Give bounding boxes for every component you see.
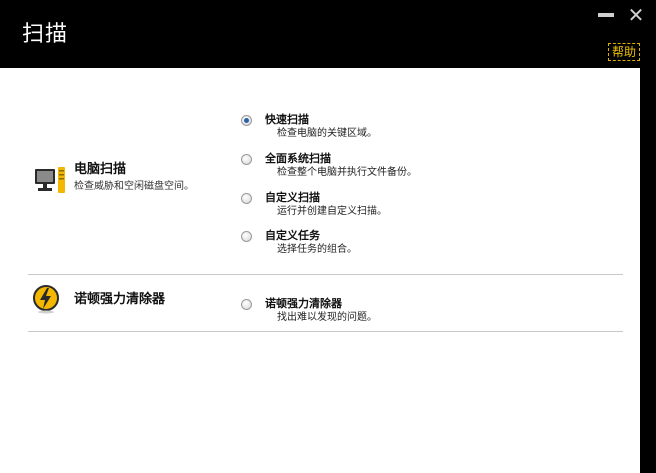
computer-icon	[35, 167, 65, 193]
option-description: 检查电脑的关键区域。	[277, 128, 377, 139]
option-description: 选择任务的组合。	[277, 244, 357, 255]
option-description: 找出难以发现的问题。	[277, 312, 377, 323]
help-link[interactable]: 帮助	[608, 43, 641, 61]
power-eraser-title: 诺顿强力清除器	[74, 292, 166, 307]
radio-quick-scan[interactable]	[241, 115, 252, 126]
radio-full-system-scan[interactable]	[241, 154, 252, 165]
radio-power-eraser[interactable]	[241, 299, 252, 310]
minimize-icon	[598, 13, 614, 17]
scan-window: 扫描 ✕ 帮助 电脑扫描 检查威胁和空闲磁盘空间。 快速扫描 检查电脑的关键区域…	[0, 0, 656, 473]
radio-custom-task[interactable]	[241, 231, 252, 242]
window-title: 扫描	[22, 22, 69, 47]
minimize-button[interactable]	[596, 6, 616, 24]
option-label: 诺顿强力清除器	[265, 297, 342, 310]
section-divider	[28, 331, 623, 332]
option-label: 快速扫描	[265, 113, 309, 126]
close-button[interactable]: ✕	[626, 3, 646, 27]
computer-scan-title: 电脑扫描	[74, 162, 127, 177]
window-frame-right	[640, 68, 656, 473]
close-icon: ✕	[627, 3, 645, 27]
title-bar: 扫描 ✕ 帮助	[0, 0, 656, 68]
option-label: 自定义扫描	[265, 191, 320, 204]
option-label: 全面系统扫描	[265, 152, 331, 165]
section-divider	[28, 274, 623, 275]
option-label: 自定义任务	[265, 229, 320, 242]
power-eraser-icon	[33, 285, 59, 314]
option-description: 运行并创建自定义扫描。	[277, 206, 387, 217]
option-description: 检查整个电脑并执行文件备份。	[277, 167, 417, 178]
radio-custom-scan[interactable]	[241, 193, 252, 204]
computer-scan-description: 检查威胁和空闲磁盘空间。	[74, 181, 194, 192]
